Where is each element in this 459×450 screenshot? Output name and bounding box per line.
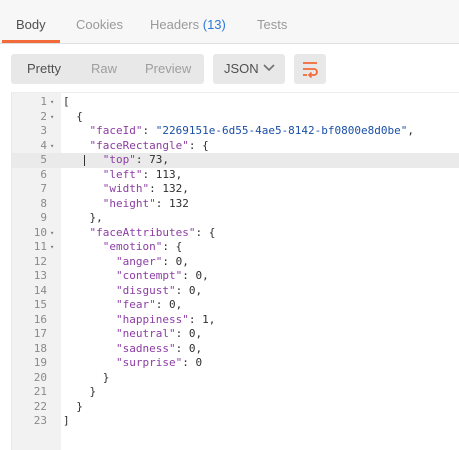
line-number: 15 [33, 298, 47, 311]
response-tabs: Body Cookies Headers (13) Tests [0, 0, 459, 44]
code-text: "sadness": 0, [115, 341, 203, 355]
code-line: 4 ▾ "faceRectangle": { [12, 139, 459, 154]
code-line: 7 "width": 132, [12, 182, 459, 197]
wrap-lines-icon [303, 62, 318, 78]
code-line: 15 "fear": 0, [12, 298, 459, 313]
line-number: 8 [40, 196, 47, 210]
fold-toggle-icon[interactable]: ▾ [50, 95, 54, 110]
code-text: "height": 132 [102, 196, 189, 210]
code-text: "faceAttributes": { [89, 225, 216, 239]
line-number: 9 [40, 211, 47, 224]
code-text: "contempt": 0, [115, 269, 209, 282]
code-text: "top": 73, [102, 153, 169, 166]
code-text: { [63, 109, 83, 123]
fold-toggle-icon[interactable]: ▾ [50, 110, 54, 125]
tab-body[interactable]: Body [16, 0, 46, 44]
fold-toggle-icon[interactable]: ▾ [50, 240, 54, 255]
text-cursor [84, 155, 85, 166]
line-number: 3 [40, 124, 47, 137]
code-line: 5 "top": 73, [12, 153, 459, 168]
code-text: "faceId": "2269151e-6d55-4ae5-8142-bf080… [89, 124, 415, 137]
format-select-value: JSON [224, 61, 259, 76]
code-line: 1 ▾ [ [12, 95, 459, 110]
code-line: 3 "faceId": "2269151e-6d55-4ae5-8142-bf0… [12, 124, 459, 139]
line-number: 12 [33, 254, 47, 268]
line-number: 23 [33, 414, 47, 427]
code-text: } [63, 370, 110, 384]
code-text: "anger": 0, [115, 254, 189, 268]
code-line: 19 "surprise": 0 [12, 356, 459, 371]
view-raw-button[interactable]: Raw [91, 54, 117, 84]
response-toolbar: Pretty Raw Preview JSON [0, 45, 459, 91]
code-line: 12 "anger": 0, [12, 255, 459, 270]
code-line: 18 "sadness": 0, [12, 342, 459, 357]
code-text: }, [63, 211, 103, 224]
line-number: 4 [40, 138, 47, 152]
view-mode-segmented-control: Pretty Raw Preview [11, 54, 204, 84]
code-line: 16 "happiness": 1, [12, 313, 459, 328]
chevron-down-icon [263, 64, 275, 72]
code-line: 23] [12, 414, 459, 429]
code-line: 22 } [12, 400, 459, 415]
code-line: 11 ▾ "emotion": { [12, 240, 459, 255]
code-text: "neutral": 0, [115, 327, 203, 340]
code-text: "faceRectangle": { [89, 138, 209, 152]
code-text: "width": 132, [102, 182, 189, 195]
line-number: 2 [40, 109, 47, 123]
line-number: 13 [33, 269, 47, 282]
code-text: "emotion": { [102, 240, 183, 253]
code-text: "left": 113, [102, 167, 183, 181]
code-line: 8 "height": 132 [12, 197, 459, 212]
tab-headers-label: Headers [150, 17, 203, 32]
code-line: 20 } [12, 371, 459, 386]
code-line: 6 "left": 113, [12, 168, 459, 183]
line-number: 5 [40, 153, 47, 166]
code-text: "surprise": 0 [115, 356, 203, 369]
line-number: 17 [33, 327, 47, 340]
line-number: 19 [33, 356, 47, 369]
code-line: 14 "disgust": 0, [12, 284, 459, 299]
wrap-lines-button[interactable] [294, 54, 326, 84]
code-text: "disgust": 0, [115, 283, 203, 297]
line-number: 14 [33, 283, 47, 297]
headers-count: (13) [202, 17, 226, 32]
format-select[interactable]: JSON [213, 54, 285, 84]
line-number: 11 [33, 240, 47, 253]
tab-cookies[interactable]: Cookies [76, 0, 123, 44]
view-pretty-button[interactable]: Pretty [27, 54, 61, 84]
line-number: 20 [33, 370, 47, 384]
tab-headers[interactable]: Headers (13) [150, 0, 226, 44]
line-number: 22 [33, 399, 47, 413]
code-line: 21 } [12, 385, 459, 400]
tab-tests[interactable]: Tests [257, 0, 287, 44]
line-number: 10 [33, 225, 47, 239]
fold-toggle-icon[interactable]: ▾ [50, 139, 54, 154]
active-tab-indicator [2, 40, 60, 43]
line-number: 7 [40, 182, 47, 195]
code-text: } [63, 385, 97, 398]
code-text: } [63, 399, 83, 413]
response-body-editor[interactable]: 1 ▾[2 ▾ {3 "faceId": "2269151e-6d55-4ae5-8… [11, 92, 459, 450]
code-line: 13 "contempt": 0, [12, 269, 459, 284]
code-text: "happiness": 1, [115, 312, 216, 326]
line-number: 16 [33, 312, 47, 326]
line-number: 6 [40, 167, 47, 181]
code-line: 10 ▾ "faceAttributes": { [12, 226, 459, 241]
code-text: [ [63, 95, 70, 108]
line-number: 21 [33, 385, 47, 398]
code-line: 2 ▾ { [12, 110, 459, 125]
code-text: ] [63, 414, 70, 427]
line-number: 1 [40, 95, 47, 108]
code-line: 9 }, [12, 211, 459, 226]
fold-toggle-icon[interactable]: ▾ [50, 226, 54, 241]
view-preview-button[interactable]: Preview [145, 54, 191, 84]
line-number: 18 [33, 341, 47, 355]
code-line: 17 "neutral": 0, [12, 327, 459, 342]
code-text: "fear": 0, [115, 298, 183, 311]
